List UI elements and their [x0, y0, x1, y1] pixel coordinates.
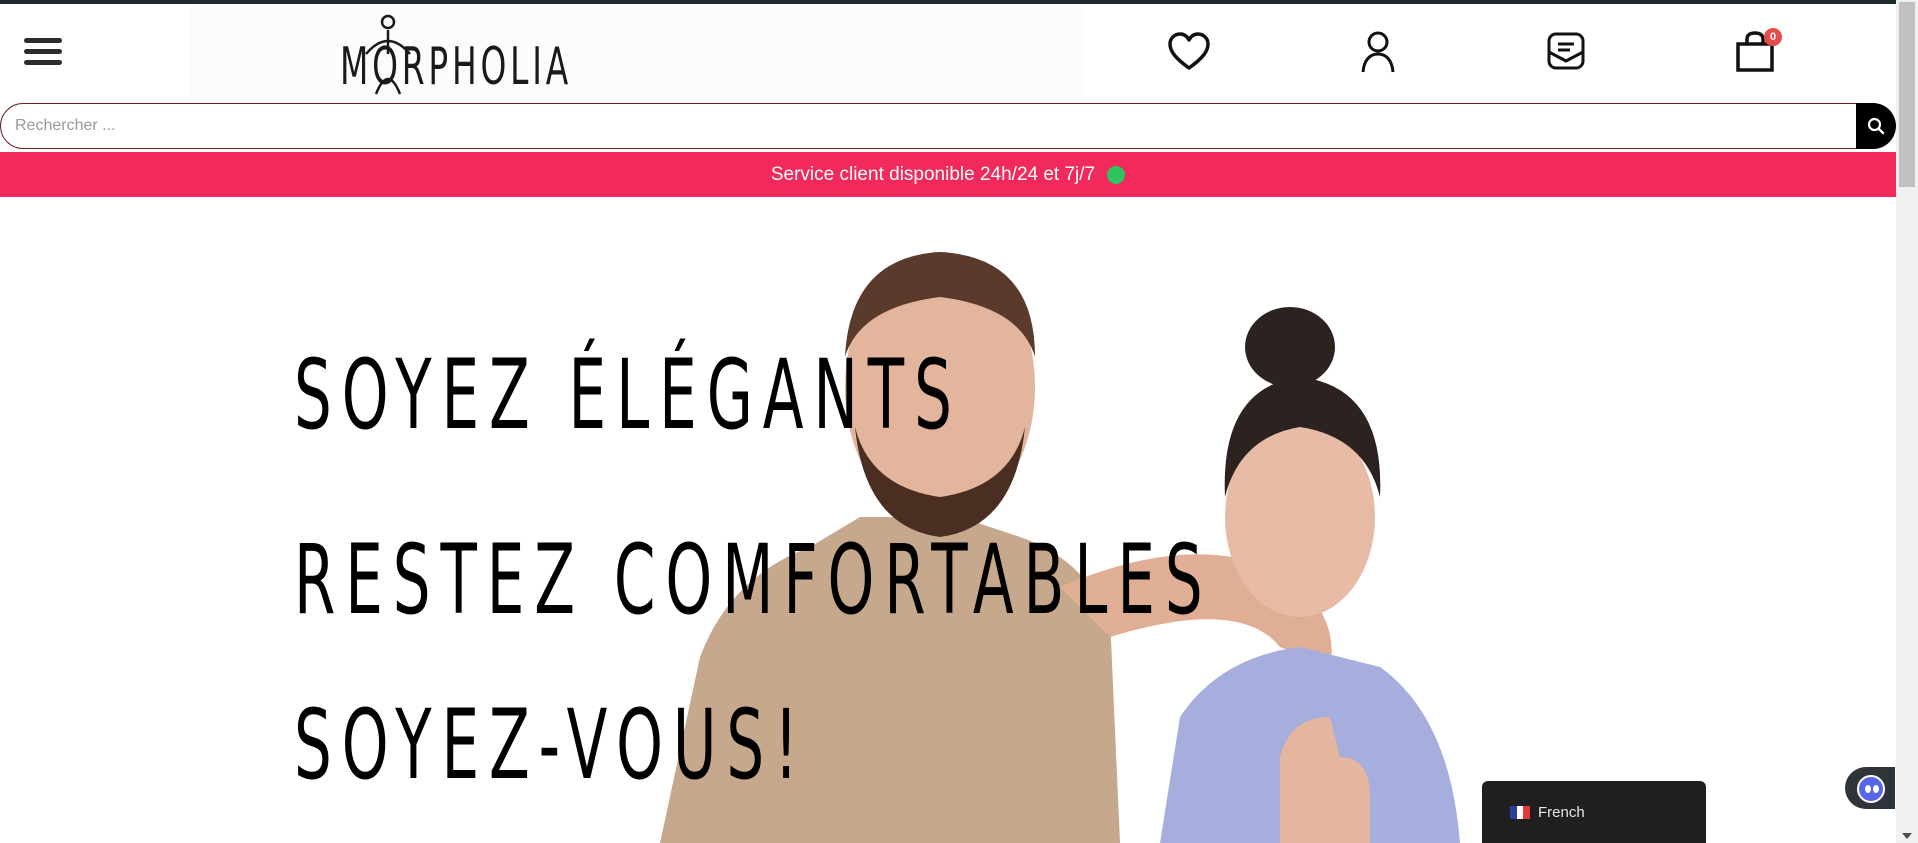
announcement-text: Service client disponible 24h/24 et 7j/7 [770, 163, 1096, 185]
logo-band [190, 4, 1085, 100]
cart-count-badge: 0 [1764, 28, 1782, 46]
scroll-down-arrow-icon[interactable] [1902, 833, 1912, 839]
language-label: French [1538, 803, 1585, 821]
page-scrollbar[interactable] [1896, 0, 1918, 843]
hero-heading-line-1: SOYEZ ÉLÉGANTS [294, 339, 962, 451]
search-input[interactable] [0, 103, 1858, 149]
brand-logo-graphic: MORPHOLIA [340, 14, 566, 97]
search-bar [0, 103, 1896, 149]
mail-icon[interactable] [1542, 28, 1590, 76]
heart-icon[interactable] [1165, 28, 1213, 76]
search-icon [1867, 117, 1885, 135]
online-status-dot [1107, 165, 1126, 184]
chat-widget-button[interactable] [1845, 767, 1895, 809]
menu-icon[interactable] [24, 38, 62, 70]
site-header: MORPHOLIA 0 [0, 4, 1896, 100]
fr-flag-icon [1510, 805, 1531, 819]
search-button[interactable] [1856, 103, 1896, 149]
brand-logo[interactable]: MORPHOLIA [340, 14, 580, 97]
hero-heading-line-2: RESTEZ COMFORTABLES [294, 524, 1213, 636]
scrollbar-thumb[interactable] [1899, 2, 1915, 187]
hero-banner: SOYEZ ÉLÉGANTS RESTEZ COMFORTABLES SOYEZ… [0, 197, 1896, 843]
hero-heading-line-3: SOYEZ-VOUS! [294, 689, 808, 801]
chat-bot-icon [1857, 775, 1885, 803]
announcement-bar: Service client disponible 24h/24 et 7j/7 [0, 152, 1896, 197]
user-icon[interactable] [1354, 28, 1402, 76]
language-switcher[interactable]: French [1482, 781, 1706, 843]
